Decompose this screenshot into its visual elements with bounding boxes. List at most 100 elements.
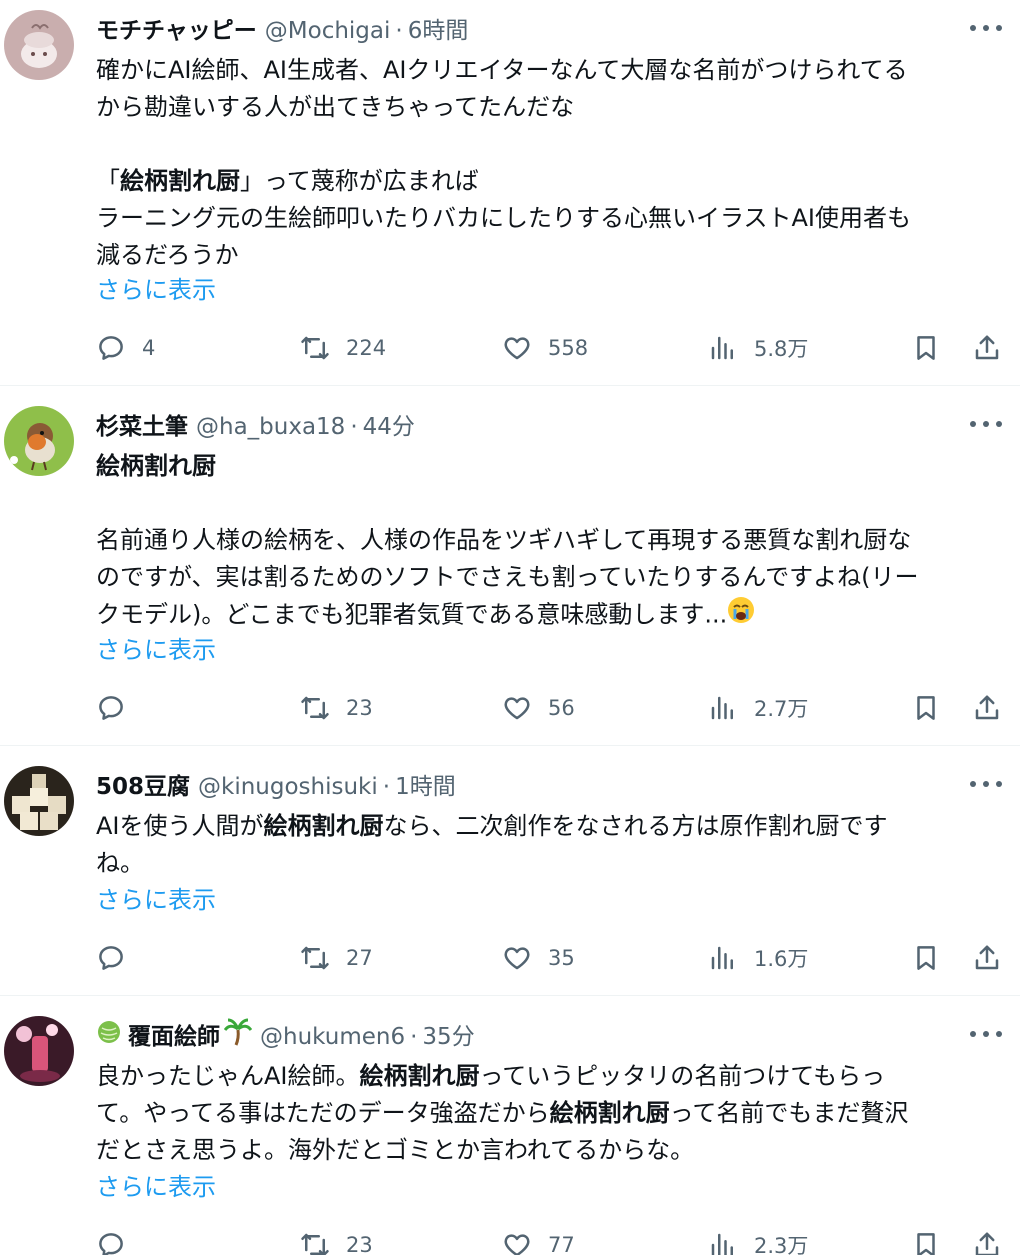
bookmark-button[interactable] [911, 690, 941, 726]
show-more-link[interactable]: さらに表示 [96, 272, 216, 309]
show-more-link[interactable]: さらに表示 [96, 632, 216, 669]
tweet-line: 絵柄割れ厨 [96, 448, 1001, 485]
bookmark-icon [917, 696, 935, 720]
tweet-line: のですが、実は割るためのソフトでさえも割っていたりするんですよね(リー [96, 563, 919, 591]
reply-button[interactable] [96, 940, 142, 976]
share-icon [975, 695, 999, 720]
like-count: 35 [548, 946, 575, 970]
action-bar: 23 56 2.7万 [96, 690, 1016, 726]
show-more-link[interactable]: さらに表示 [96, 1169, 216, 1206]
like-count: 558 [548, 336, 589, 360]
user-handle[interactable]: @hukumen6 [260, 1020, 405, 1054]
tweet-line [96, 485, 1001, 522]
reply-button[interactable] [96, 690, 142, 726]
bookmark-button[interactable] [911, 330, 941, 366]
retweet-button[interactable]: 23 [300, 690, 373, 726]
reply-button[interactable]: 4 [96, 330, 155, 366]
views-button[interactable]: 2.3万 [708, 1227, 808, 1255]
display-name[interactable]: モチチャッピー [96, 14, 257, 48]
show-more-link[interactable]: さらに表示 [96, 882, 216, 919]
tweet-line: ね。 [96, 849, 144, 877]
views-button[interactable]: 2.7万 [708, 690, 808, 726]
tweet-line: て。やってる事はただのデータ強盗だから絵柄割れ厨って名前でもまだ贅沢 [96, 1099, 909, 1127]
retweet-count: 224 [346, 336, 387, 360]
views-button[interactable]: 1.6万 [708, 940, 808, 976]
heart-icon [504, 337, 530, 360]
avatar-image [4, 1016, 74, 1086]
reply-icon [99, 696, 123, 720]
tweet-text: 絵柄割れ厨 名前通り人様の絵柄を、人様の作品をツギハギして再現する悪質な割れ厨な… [96, 448, 1001, 635]
share-button[interactable] [972, 330, 1002, 366]
tweet-line-text: クモデル)。どこまでも犯罪者気質である意味感動します... [96, 600, 728, 629]
more-options-icon[interactable] [970, 774, 1002, 794]
more-options-icon[interactable] [970, 1024, 1002, 1044]
like-button[interactable]: 56 [502, 690, 575, 726]
avatar[interactable] [4, 10, 74, 80]
view-count: 1.6万 [754, 947, 809, 971]
display-name[interactable]: 杉菜土筆 [96, 410, 188, 444]
display-name[interactable]: 508豆腐 [96, 770, 190, 804]
retweet-button[interactable]: 224 [300, 330, 386, 366]
retweet-icon [301, 946, 329, 970]
retweet-button[interactable]: 27 [300, 940, 373, 976]
timestamp[interactable]: 44分 [363, 410, 415, 444]
user-handle[interactable]: @kinugoshisuki [198, 770, 378, 804]
like-count: 77 [548, 1233, 575, 1255]
highlight-term: 絵柄割れ厨 [120, 167, 240, 195]
tweet-line: 減るだろうか [96, 241, 239, 269]
bookmark-button[interactable] [911, 940, 941, 976]
user-handle[interactable]: @Mochigai [265, 14, 391, 48]
action-bar: 23 77 2.3万 [96, 1227, 1016, 1255]
highlight-term: 絵柄割れ厨 [96, 452, 216, 480]
tweet-header: 508豆腐 @kinugoshisuki · 1時間 [96, 770, 950, 804]
highlight-term: 絵柄割れ厨 [263, 812, 384, 840]
avatar[interactable] [4, 766, 74, 836]
tweet-text: 良かったじゃんAI絵師。絵柄割れ厨っていうピッタリの名前つけてもらっ て。やって… [96, 1058, 1001, 1169]
bookmark-button[interactable] [911, 1227, 941, 1255]
tweet-line: AIを使う人間が絵柄割れ厨なら、二次創作をなされる方は原作割れ厨です [96, 812, 888, 840]
timestamp[interactable]: 35分 [422, 1020, 474, 1054]
tweet-line: から勘違いする人が出てきちゃってたんだな [96, 93, 575, 121]
crying-face-icon [727, 596, 755, 635]
tweet-line: 「絵柄割れ厨」って蔑称が広まれば [96, 167, 479, 195]
views-icon [711, 336, 733, 360]
tweet[interactable]: モチチャッピー @Mochigai · 6時間 確かにAI絵師、AI生成者、AI… [0, 0, 1020, 386]
like-button[interactable]: 558 [502, 330, 588, 366]
heart-icon [504, 1234, 530, 1255]
timestamp[interactable]: 1時間 [395, 770, 456, 804]
avatar[interactable] [4, 406, 74, 476]
retweet-count: 23 [346, 696, 373, 720]
share-button[interactable] [972, 1227, 1002, 1255]
tweet[interactable]: 覆面絵師 @hukumen6 · 35分 良かったじゃんAI絵師。絵柄割れ厨って… [0, 996, 1020, 1255]
share-button[interactable] [972, 690, 1002, 726]
bookmark-icon [917, 946, 935, 970]
more-options-icon[interactable] [970, 18, 1002, 38]
timestamp[interactable]: 6時間 [408, 14, 469, 48]
share-icon [975, 335, 999, 360]
bookmark-icon [917, 1233, 935, 1255]
tweet-line: ラーニング元の生絵師叩いたりバカにしたりする心無いイラストAI使用者も [96, 204, 912, 232]
retweet-count: 23 [346, 1233, 373, 1255]
tweet-text: 確かにAI絵師、AI生成者、AIクリエイターなんて大層な名前がつけられてる から… [96, 52, 1001, 274]
retweet-button[interactable]: 23 [300, 1227, 373, 1255]
separator: · [395, 18, 403, 44]
like-button[interactable]: 77 [502, 1227, 575, 1255]
view-count: 2.3万 [754, 1234, 809, 1255]
views-button[interactable]: 5.8万 [708, 330, 808, 366]
more-options-icon[interactable] [970, 414, 1002, 434]
user-handle[interactable]: @ha_buxa18 [196, 410, 345, 444]
avatar-image [4, 406, 74, 476]
retweet-icon [301, 1233, 329, 1255]
tweet[interactable]: 508豆腐 @kinugoshisuki · 1時間 AIを使う人間が絵柄割れ厨… [0, 746, 1020, 996]
separator: · [410, 1024, 418, 1050]
display-name[interactable]: 覆面絵師 [128, 1020, 220, 1054]
action-bar: 4 224 558 5.8万 [96, 330, 1016, 366]
share-button[interactable] [972, 940, 1002, 976]
tweet[interactable]: 杉菜土筆 @ha_buxa18 · 44分 絵柄割れ厨 名前通り人様の絵柄を、人… [0, 386, 1020, 746]
view-count: 5.8万 [754, 337, 809, 361]
share-icon [975, 1232, 999, 1255]
avatar[interactable] [4, 1016, 74, 1086]
like-button[interactable]: 35 [502, 940, 575, 976]
reply-button[interactable] [96, 1227, 142, 1255]
view-count: 2.7万 [754, 697, 809, 721]
